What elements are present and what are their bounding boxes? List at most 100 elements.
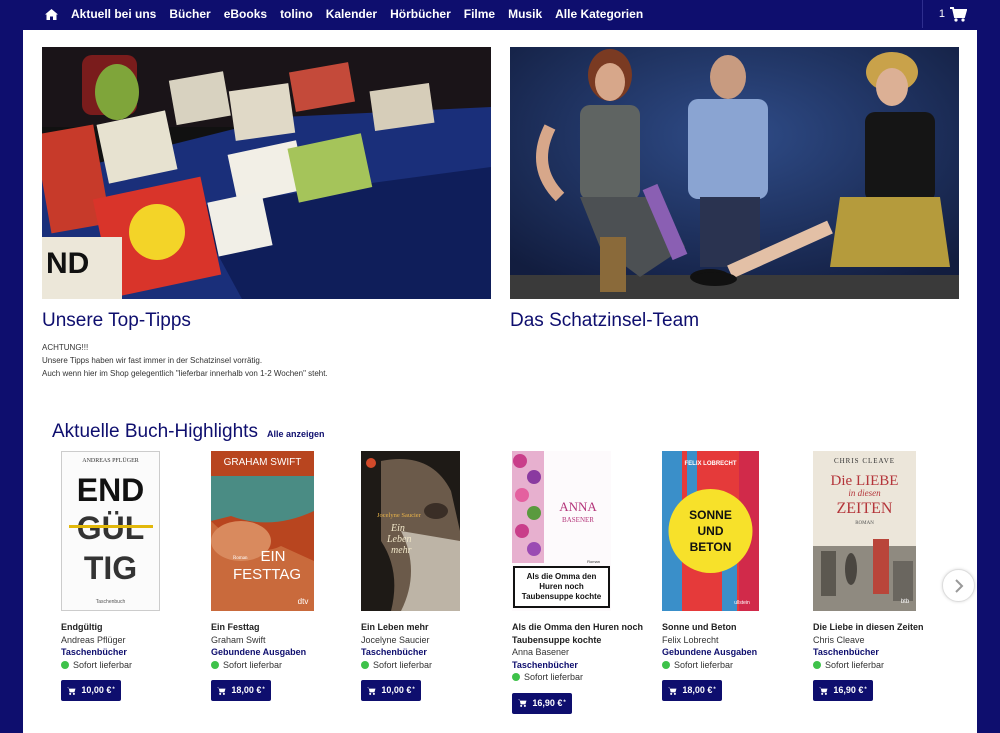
book-title[interactable]: Die Liebe in diesen Zeiten [813, 621, 953, 634]
cart-button[interactable]: 1 [921, 0, 967, 28]
book-author[interactable]: Chris Cleave [813, 634, 953, 647]
price: 10,00 € [381, 685, 412, 696]
availability-text: Sofort lieferbar [373, 659, 433, 670]
book-info: Als die Omma den Huren noch Taubensuppe … [512, 621, 652, 714]
cover-text: Roman [233, 556, 248, 561]
nav-item-musik[interactable]: Musik [508, 7, 542, 21]
add-to-cart-button[interactable]: 18,00 € * [662, 680, 722, 701]
cover-text: END [77, 472, 145, 508]
cover-text: SONNE [689, 508, 732, 522]
cover-text: FESTTAG [233, 566, 301, 583]
feature-text-line: ACHTUNG!!! [42, 343, 89, 352]
shopping-cart-icon [819, 687, 828, 695]
cover-text: ANDREAS PFLÜGER [82, 457, 139, 464]
nav-item-alle-kategorien[interactable]: Alle Kategorien [555, 7, 643, 21]
home-icon[interactable] [37, 0, 65, 28]
price-note-mark: * [864, 687, 867, 694]
book-author[interactable]: Anna Basener [512, 646, 652, 659]
price-note-mark: * [563, 699, 566, 706]
cover-text: BETON [690, 540, 732, 554]
feature-title[interactable]: Unsere Top-Tipps [42, 310, 491, 332]
book-cover[interactable]: ANDREAS PFLÜGER END GÜL TIG Taschenbuch [61, 451, 160, 611]
cover-text: BASENER [562, 516, 594, 524]
book-title[interactable]: Endgültig [61, 621, 201, 634]
nav-item-ebooks[interactable]: eBooks [224, 7, 267, 21]
cart-count: 1 [938, 8, 945, 20]
book-title[interactable]: Ein Leben mehr [361, 621, 501, 634]
price-note-mark: * [262, 687, 265, 694]
cover-text: Roman [587, 559, 600, 564]
availability-dot-icon [813, 660, 821, 669]
price: 18,00 € [231, 685, 262, 696]
cover-text: Leben [386, 534, 411, 545]
availability-text: Sofort lieferbar [674, 659, 734, 670]
book-author[interactable]: Graham Swift [211, 634, 351, 647]
book-title[interactable]: Sonne und Beton [662, 621, 802, 634]
feature-text-line: Unsere Tipps haben wir fast immer in der… [42, 356, 263, 365]
availability-text: Sofort lieferbar [73, 659, 133, 670]
book-author[interactable]: Felix Lobrecht [662, 634, 802, 647]
nav-item-buecher[interactable]: Bücher [169, 7, 210, 21]
book-format[interactable]: Taschenbücher [61, 646, 201, 659]
carousel-next-button[interactable] [942, 569, 975, 602]
availability-text: Sofort lieferbar [825, 659, 885, 670]
feature-image-book-table[interactable]: ND [42, 47, 491, 299]
nav-item-tolino[interactable]: tolino [280, 7, 313, 21]
price: 16,90 € [532, 697, 563, 708]
feature-top-tipps[interactable]: ND Unsere Top-Tipps ACHTUNG!!! Unsere Ti… [42, 47, 491, 380]
book-format[interactable]: Taschenbücher [361, 646, 501, 659]
feature-title[interactable]: Das Schatzinsel-Team [510, 310, 959, 332]
book-cover[interactable]: Jocelyne Saucier Ein Leben mehr [361, 451, 460, 611]
price: 18,00 € [682, 685, 713, 696]
availability: Sofort lieferbar [512, 671, 652, 684]
book-cover[interactable]: FELIX LOBRECHT SONNE UND BETON ullstein [662, 451, 759, 611]
book-cover[interactable]: CHRIS CLEAVE Die LIEBE in diesen ZEITEN … [813, 451, 916, 611]
shopping-cart-icon [67, 687, 76, 695]
book-format[interactable]: Gebundene Ausgaben [662, 646, 802, 659]
cover-text: GRAHAM SWIFT [224, 457, 302, 468]
price: 16,90 € [833, 685, 864, 696]
availability-dot-icon [61, 660, 69, 669]
availability-text: Sofort lieferbar [524, 672, 584, 682]
nav-item-hoerbuecher[interactable]: Hörbücher [390, 7, 451, 21]
book-cover[interactable]: ANNA BASENER Roman Als die Omma den Hure… [512, 451, 611, 611]
book-cover[interactable]: GRAHAM SWIFT Roman EIN FESTTAG dtv [211, 451, 314, 611]
book-info: Ein Festtag Graham Swift Gebundene Ausga… [211, 621, 351, 701]
add-to-cart-button[interactable]: 10,00 € * [61, 680, 121, 701]
book-format[interactable]: Taschenbücher [813, 646, 953, 659]
feature-team[interactable]: Das Schatzinsel-Team [510, 47, 959, 332]
book-title[interactable]: Ein Festtag [211, 621, 351, 634]
book-author[interactable]: Jocelyne Saucier [361, 634, 501, 647]
nav-item-kalender[interactable]: Kalender [326, 7, 377, 21]
shopping-cart-icon [668, 687, 677, 695]
cover-text: in diesen [848, 488, 881, 498]
add-to-cart-button[interactable]: 18,00 € * [211, 680, 271, 701]
add-to-cart-button[interactable]: 16,90 € * [813, 680, 873, 701]
nav-item-aktuell[interactable]: Aktuell bei uns [71, 7, 156, 21]
book-info: Ein Leben mehr Jocelyne Saucier Taschenb… [361, 621, 501, 701]
add-to-cart-button[interactable]: 10,00 € * [361, 680, 421, 701]
cover-text: Taubensuppe kochte [522, 592, 602, 601]
book-author[interactable]: Andreas Pflüger [61, 634, 201, 647]
cover-text: UND [698, 524, 724, 538]
price-note-mark: * [112, 687, 115, 694]
book-format[interactable]: Gebundene Ausgaben [211, 646, 351, 659]
shopping-cart-icon [950, 6, 967, 22]
cover-text: Ein [390, 523, 405, 534]
book-format[interactable]: Taschenbücher [512, 659, 652, 672]
availability: Sofort lieferbar [662, 659, 802, 672]
shopping-cart-icon [518, 699, 527, 707]
nav-item-filme[interactable]: Filme [464, 7, 495, 21]
availability-dot-icon [211, 660, 219, 669]
cover-text: ANNA [559, 499, 597, 514]
book-title[interactable]: Als die Omma den Huren noch Taubensuppe … [512, 621, 652, 646]
cover-text: Taschenbuch [96, 599, 126, 605]
availability: Sofort lieferbar [61, 659, 201, 672]
show-all-link[interactable]: Alle anzeigen [267, 429, 325, 439]
add-to-cart-button[interactable]: 16,90 € * [512, 692, 572, 714]
book-info: Sonne und Beton Felix Lobrecht Gebundene… [662, 621, 802, 701]
feature-image-team-photo[interactable] [510, 47, 959, 299]
cover-text: Die LIEBE [831, 473, 899, 489]
availability-text: Sofort lieferbar [223, 659, 283, 670]
cover-text: Als die Omma den [527, 572, 597, 581]
